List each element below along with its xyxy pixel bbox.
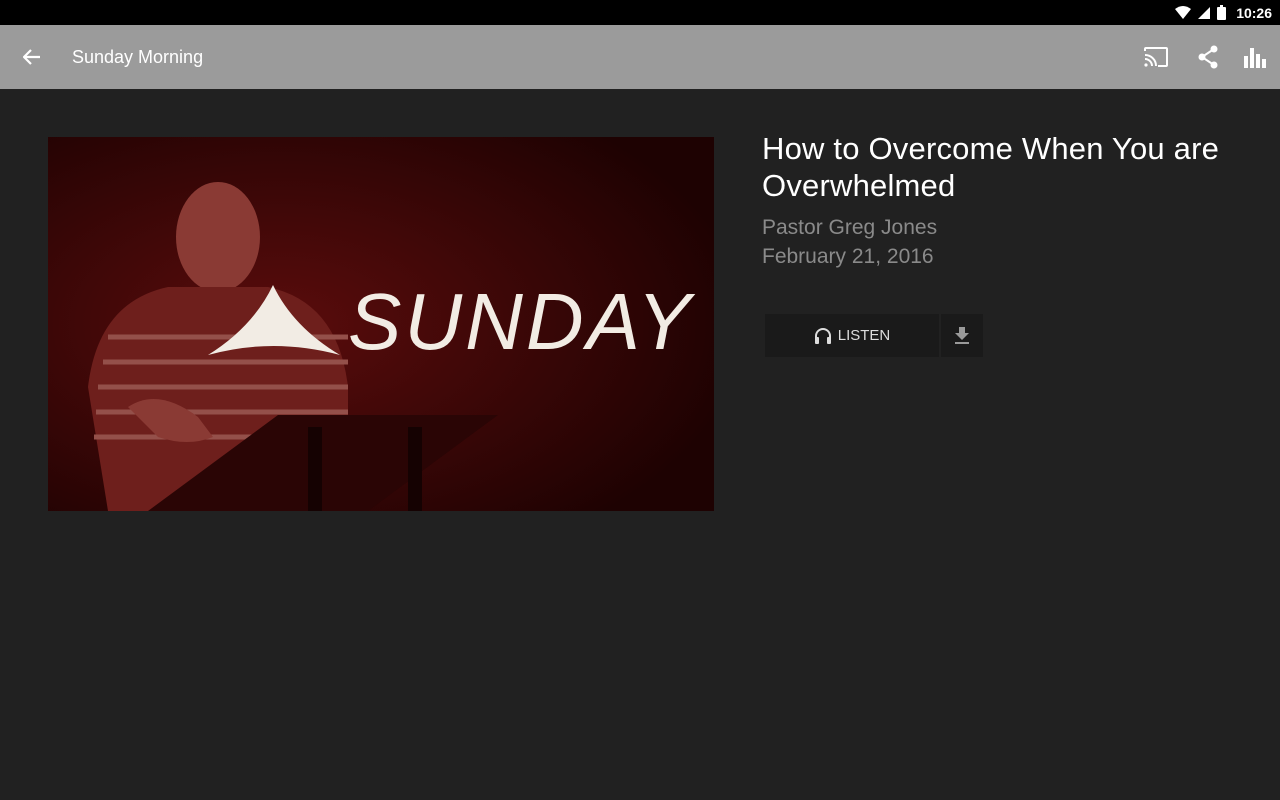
listen-button[interactable]: LISTEN <box>765 314 939 357</box>
download-button[interactable] <box>941 314 983 357</box>
download-icon <box>955 326 969 344</box>
logo-text: SUNDAY <box>348 277 696 366</box>
battery-icon <box>1217 5 1227 20</box>
share-icon <box>1198 45 1218 69</box>
cast-icon <box>1144 47 1168 67</box>
app-title: Sunday Morning <box>72 47 204 67</box>
listen-label: LISTEN <box>837 327 891 344</box>
status-bar: 10:26 <box>0 0 1280 25</box>
sermon-title: How to Overcome When You are Overwhelmed <box>762 131 1220 203</box>
headphones-icon <box>814 327 831 344</box>
cell-signal-icon <box>1198 6 1211 19</box>
sermon-date: February 21, 2016 <box>762 245 934 268</box>
back-button[interactable] <box>12 37 52 77</box>
chart-icon <box>1244 48 1266 68</box>
wifi-icon <box>1175 5 1192 19</box>
sermon-speaker: Pastor Greg Jones <box>762 216 938 239</box>
artwork-image: SUNDAY <box>48 137 714 511</box>
cast-button[interactable] <box>1136 37 1176 77</box>
stats-button[interactable] <box>1236 37 1276 77</box>
sermon-artwork: SUNDAY <box>48 137 714 511</box>
status-time: 10:26 <box>1236 4 1272 21</box>
share-button[interactable] <box>1188 37 1228 77</box>
sermon-details: How to Overcome When You are Overwhelmed… <box>762 130 1262 271</box>
app-bar: Sunday Morning <box>0 25 1280 89</box>
media-controls: LISTEN <box>765 314 983 357</box>
status-icons: 10:26 <box>1175 0 1272 25</box>
back-arrow-icon <box>23 49 40 65</box>
